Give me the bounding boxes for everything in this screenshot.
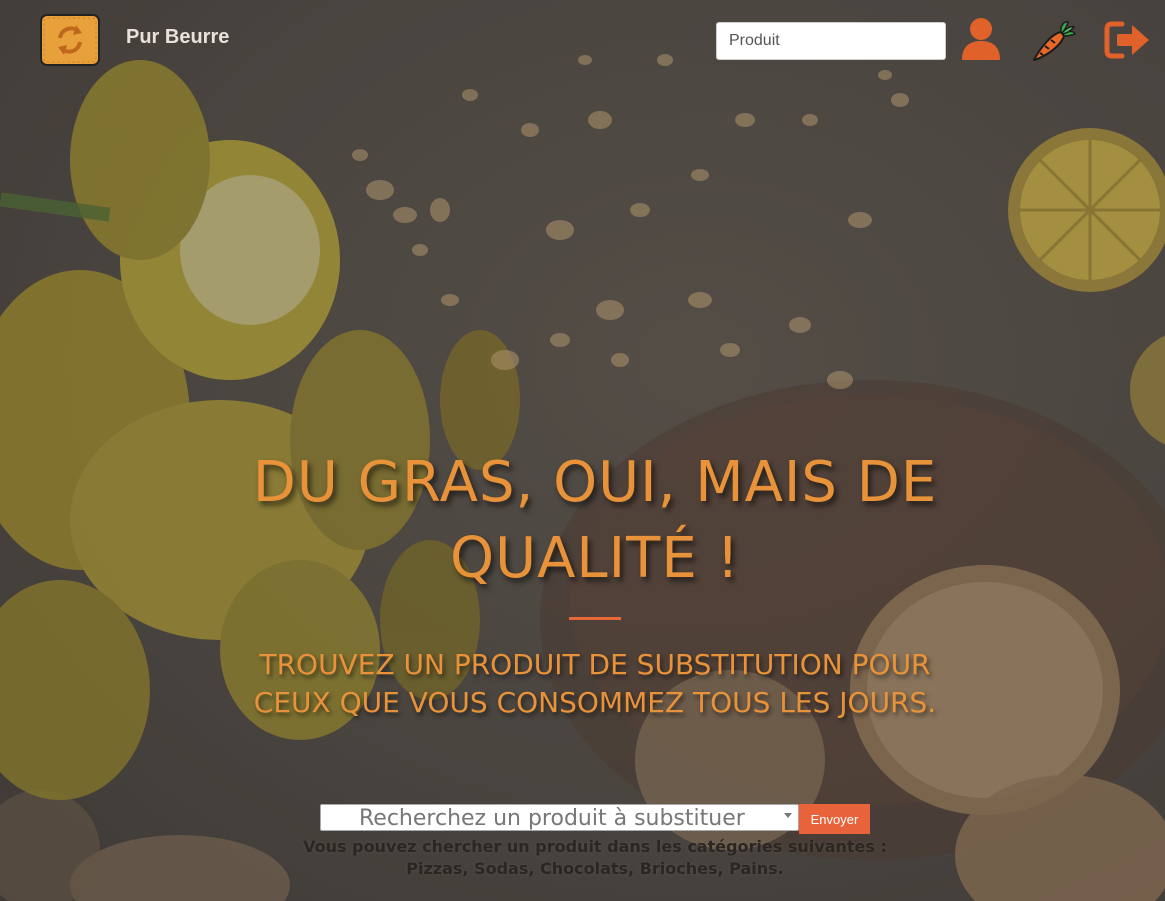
refresh-icon [40,14,100,66]
navbar: Pur Beurre [0,0,1165,80]
categories-hint-line1: Vous pouvez chercher un produit dans les… [303,837,887,856]
hero-divider [569,617,621,620]
favorites-link[interactable] [1030,18,1078,64]
chevron-down-icon [784,813,792,818]
logout-link[interactable] [1104,20,1152,60]
product-select-placeholder: Recherchez un produit à substituer [359,806,745,831]
brand-logo[interactable] [40,14,100,66]
sign-out-icon [1104,21,1149,59]
categories-hint-line2: Pizzas, Sodas, Chocolats, Brioches, Pain… [406,859,784,878]
categories-hint: Vous pouvez chercher un produit dans les… [240,836,950,880]
hero-subtitle: TROUVEZ UN PRODUIT DE SUBSTITUTION POUR … [253,648,937,719]
submit-button[interactable]: Envoyer [799,804,870,834]
account-link[interactable] [960,16,1002,62]
nav-search-input[interactable] [716,22,946,60]
substitute-search-form: Recherchez un produit à substituer Envoy… [320,804,880,834]
user-icon [962,18,1000,60]
brand-name[interactable]: Pur Beurre [126,26,229,49]
hero-title: DU GRAS, OUI, MAIS DE QUALITÉ ! [252,450,938,591]
product-select[interactable]: Recherchez un produit à substituer [320,804,799,831]
carrot-icon [1033,21,1076,61]
